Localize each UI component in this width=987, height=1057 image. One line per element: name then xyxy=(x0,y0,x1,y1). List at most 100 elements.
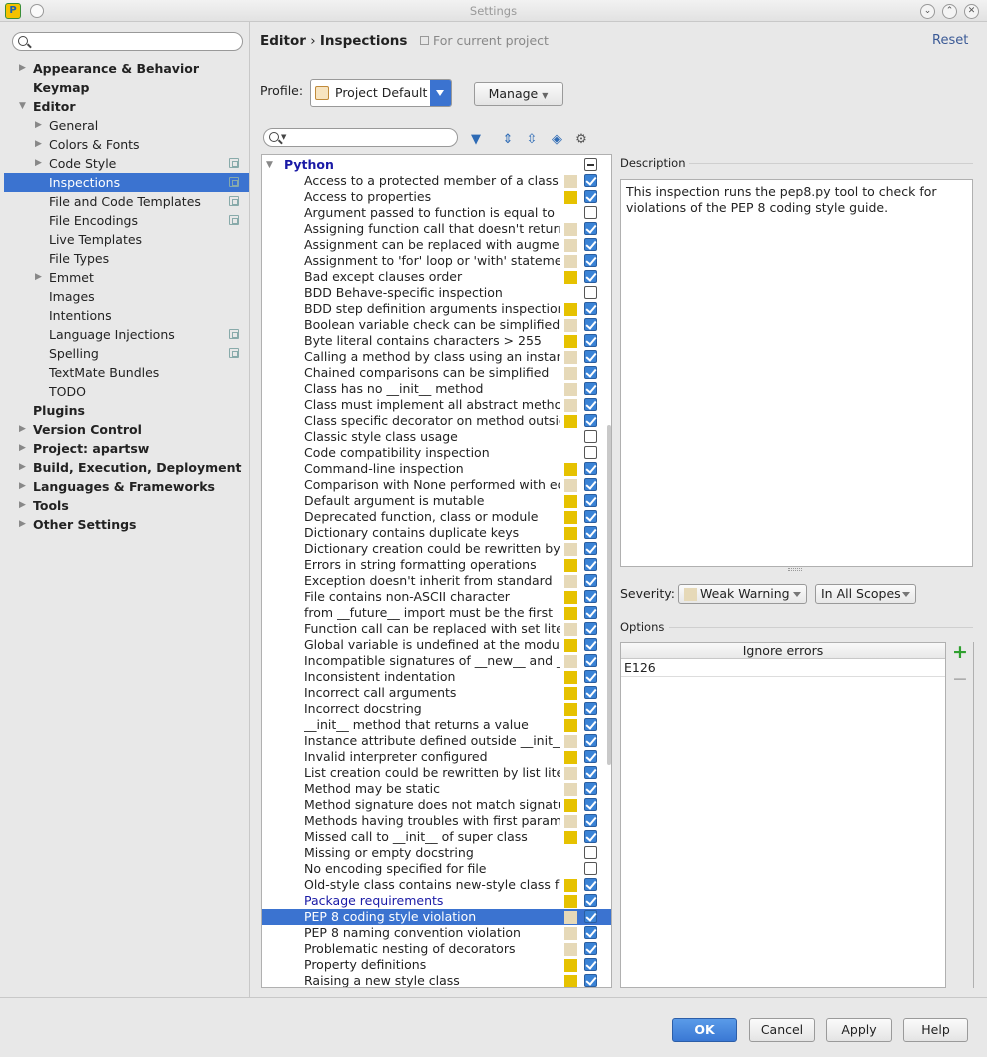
inspection-row[interactable]: Methods having troubles with first param… xyxy=(262,813,611,829)
profile-select[interactable]: Project Default xyxy=(310,79,452,107)
inspection-checkbox[interactable] xyxy=(584,414,597,427)
sidebar-item-inspections[interactable]: Inspections xyxy=(4,173,249,192)
inspection-checkbox[interactable] xyxy=(584,910,597,923)
expand-all-icon[interactable]: ⇕ xyxy=(500,132,516,148)
inspection-row[interactable]: Chained comparisons can be simplified xyxy=(262,365,611,381)
sidebar-item-editor[interactable]: ▼ Editor xyxy=(4,97,249,116)
inspection-checkbox[interactable] xyxy=(584,670,597,683)
inspection-row[interactable]: Comparison with None performed with equa… xyxy=(262,477,611,493)
inspection-checkbox[interactable] xyxy=(584,494,597,507)
inspection-row[interactable]: Assigning function call that doesn't ret… xyxy=(262,221,611,237)
sidebar-item-file-and-code-templates[interactable]: File and Code Templates xyxy=(4,192,249,211)
inspection-row[interactable]: BDD Behave-specific inspection xyxy=(262,285,611,301)
inspection-row[interactable]: Class must implement all abstract method… xyxy=(262,397,611,413)
sidebar-item-languages-frameworks[interactable]: ▶ Languages & Frameworks xyxy=(4,477,249,496)
manage-button[interactable]: Manage ▼ xyxy=(474,82,563,106)
chevron-right-icon[interactable]: ▶ xyxy=(35,116,45,135)
inspections-filter-input[interactable]: ▼ xyxy=(263,128,458,147)
sidebar-item-file-encodings[interactable]: File Encodings xyxy=(4,211,249,230)
inspection-row[interactable]: Invalid interpreter configured xyxy=(262,749,611,765)
inspection-row[interactable]: Class has no __init__ method xyxy=(262,381,611,397)
chevron-right-icon[interactable]: ▶ xyxy=(19,59,29,78)
sidebar-item-file-types[interactable]: File Types xyxy=(4,249,249,268)
ok-button[interactable]: OK xyxy=(672,1018,737,1042)
inspection-row[interactable]: Exception doesn't inherit from standard xyxy=(262,573,611,589)
sidebar-item-spelling[interactable]: Spelling xyxy=(4,344,249,363)
inspection-row[interactable]: Assignment can be replaced with augmente… xyxy=(262,237,611,253)
inspection-checkbox[interactable] xyxy=(584,254,597,267)
inspection-row[interactable]: Package requirements xyxy=(262,893,611,909)
inspection-row[interactable]: Missed call to __init__ of super class xyxy=(262,829,611,845)
sidebar-item-colors-fonts[interactable]: ▶ Colors & Fonts xyxy=(4,135,249,154)
profile-dropdown-icon[interactable] xyxy=(430,80,451,106)
inspection-checkbox[interactable] xyxy=(584,334,597,347)
inspection-row[interactable]: from __future__ import must be the first xyxy=(262,605,611,621)
sidebar-item-keymap[interactable]: Keymap xyxy=(4,78,249,97)
inspection-row[interactable]: Assignment to 'for' loop or 'with' state… xyxy=(262,253,611,269)
inspection-row[interactable]: File contains non-ASCII character xyxy=(262,589,611,605)
inspection-row[interactable]: PEP 8 naming convention violation xyxy=(262,925,611,941)
inspection-row[interactable]: BDD step definition arguments inspection xyxy=(262,301,611,317)
inspection-checkbox[interactable] xyxy=(584,686,597,699)
inspection-checkbox[interactable] xyxy=(584,542,597,555)
sidebar-item-todo[interactable]: TODO xyxy=(4,382,249,401)
sidebar-item-live-templates[interactable]: Live Templates xyxy=(4,230,249,249)
inspection-checkbox[interactable] xyxy=(584,958,597,971)
inspection-checkbox[interactable] xyxy=(584,702,597,715)
inspection-checkbox[interactable] xyxy=(584,318,597,331)
chevron-right-icon[interactable]: ▶ xyxy=(19,439,29,458)
sidebar-item-other-settings[interactable]: ▶ Other Settings xyxy=(4,515,249,534)
sidebar-item-images[interactable]: Images xyxy=(4,287,249,306)
apply-button[interactable]: Apply xyxy=(826,1018,892,1042)
chevron-right-icon[interactable]: ▶ xyxy=(35,135,45,154)
chevron-right-icon[interactable]: ▶ xyxy=(35,268,45,287)
inspection-row[interactable]: Old-style class contains new-style class… xyxy=(262,877,611,893)
inspection-checkbox[interactable] xyxy=(584,638,597,651)
inspection-checkbox[interactable] xyxy=(584,270,597,283)
inspection-checkbox[interactable] xyxy=(584,926,597,939)
collapse-all-icon[interactable]: ⇳ xyxy=(524,132,540,148)
inspection-checkbox[interactable] xyxy=(584,382,597,395)
settings-gear-icon[interactable]: ⚙ xyxy=(573,132,589,148)
inspection-row[interactable]: Method signature does not match signatur… xyxy=(262,797,611,813)
chevron-down-icon[interactable]: ▼ xyxy=(19,97,29,116)
sidebar-item-language-injections[interactable]: Language Injections xyxy=(4,325,249,344)
inspection-row[interactable]: No encoding specified for file xyxy=(262,861,611,877)
inspection-checkbox[interactable] xyxy=(584,878,597,891)
group-checkbox[interactable] xyxy=(584,158,597,171)
inspection-row[interactable]: Incompatible signatures of __new__ and _… xyxy=(262,653,611,669)
inspection-row[interactable]: Method may be static xyxy=(262,781,611,797)
inspection-row[interactable]: Default argument is mutable xyxy=(262,493,611,509)
inspection-checkbox[interactable] xyxy=(584,766,597,779)
breadcrumb-editor[interactable]: Editor xyxy=(260,33,306,49)
help-button[interactable]: Help xyxy=(903,1018,968,1042)
sidebar-item-appearance-behavior[interactable]: ▶ Appearance & Behavior xyxy=(4,59,249,78)
inspection-row[interactable]: Deprecated function, class or module xyxy=(262,509,611,525)
inspection-row[interactable]: Bad except clauses order xyxy=(262,269,611,285)
chevron-right-icon[interactable]: ▶ xyxy=(19,496,29,515)
inspection-checkbox[interactable] xyxy=(584,302,597,315)
sidebar-item-project-apartsw[interactable]: ▶ Project: apartsw xyxy=(4,439,249,458)
sidebar-item-intentions[interactable]: Intentions xyxy=(4,306,249,325)
inspection-row[interactable]: Dictionary creation could be rewritten b… xyxy=(262,541,611,557)
cancel-button[interactable]: Cancel xyxy=(749,1018,815,1042)
inspection-checkbox[interactable] xyxy=(584,654,597,667)
inspection-row[interactable]: Argument passed to function is equal to xyxy=(262,205,611,221)
inspection-checkbox[interactable] xyxy=(584,974,597,987)
inspection-checkbox[interactable] xyxy=(584,830,597,843)
inspection-checkbox[interactable] xyxy=(584,206,597,219)
add-icon[interactable]: + xyxy=(952,643,968,662)
inspection-checkbox[interactable] xyxy=(584,718,597,731)
inspection-row[interactable]: List creation could be rewritten by list… xyxy=(262,765,611,781)
tree-group-python[interactable]: ▼ Python xyxy=(262,157,611,173)
sidebar-item-code-style[interactable]: ▶ Code Style xyxy=(4,154,249,173)
sidebar-item-build-execution-deployment[interactable]: ▶ Build, Execution, Deployment xyxy=(4,458,249,477)
inspection-checkbox[interactable] xyxy=(584,286,597,299)
close-icon[interactable]: ✕ xyxy=(964,4,979,19)
inspection-row[interactable]: Inconsistent indentation xyxy=(262,669,611,685)
inspection-row[interactable]: Missing or empty docstring xyxy=(262,845,611,861)
inspection-row[interactable]: Problematic nesting of decorators xyxy=(262,941,611,957)
chevron-right-icon[interactable]: ▶ xyxy=(19,420,29,439)
inspection-checkbox[interactable] xyxy=(584,398,597,411)
inspection-checkbox[interactable] xyxy=(584,526,597,539)
